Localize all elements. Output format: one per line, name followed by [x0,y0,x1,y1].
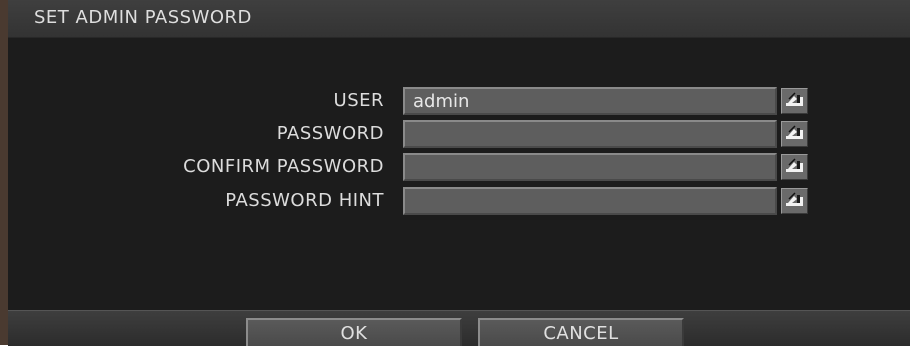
password-hint-keyboard-button[interactable] [781,188,808,214]
ok-button[interactable]: OK [246,318,462,346]
dialog-title: SET ADMIN PASSWORD [34,7,252,28]
keyboard-icon [785,124,804,144]
password-hint-label: PASSWORD HINT [225,190,384,211]
confirm-password-row: CONFIRM PASSWORD [8,153,910,181]
user-label: USER [333,90,384,111]
user-field[interactable] [403,87,777,115]
keyboard-icon [785,191,804,211]
form-area: USER PASSWORD [8,38,910,310]
keyboard-icon [785,91,804,111]
password-field[interactable] [403,120,777,148]
keyboard-icon [785,157,804,177]
confirm-password-field[interactable] [403,153,777,181]
password-row: PASSWORD [8,120,910,148]
password-hint-field[interactable] [403,187,777,215]
set-admin-password-dialog: SET ADMIN PASSWORD USER PASSWORD [0,0,910,346]
password-keyboard-button[interactable] [781,121,808,147]
password-hint-row: PASSWORD HINT [8,187,910,215]
confirm-password-keyboard-button[interactable] [781,154,808,180]
button-bar: OK CANCEL [8,310,910,346]
password-label: PASSWORD [276,123,384,144]
confirm-password-label: CONFIRM PASSWORD [183,156,384,177]
user-row: USER [8,87,910,115]
cancel-button[interactable]: CANCEL [478,318,684,346]
title-bar: SET ADMIN PASSWORD [8,0,910,38]
user-keyboard-button[interactable] [781,88,808,114]
